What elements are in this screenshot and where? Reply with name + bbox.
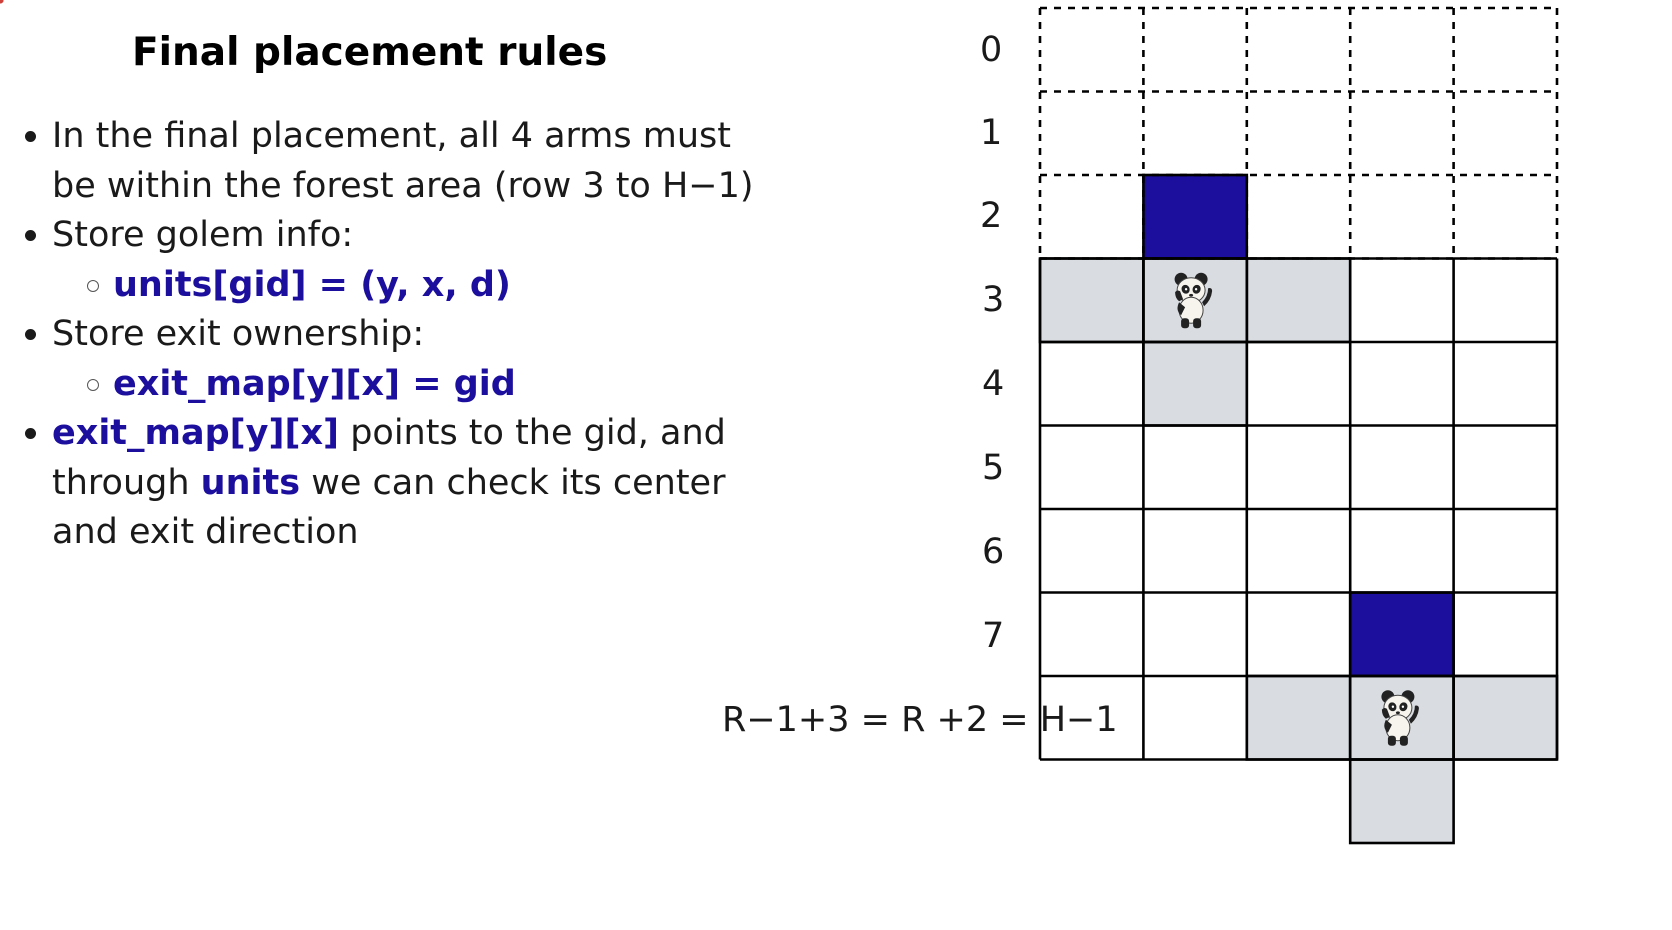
golem-arm-cell xyxy=(1246,676,1351,760)
golem-arm-cell xyxy=(1040,258,1144,342)
golem-exit-cell xyxy=(1143,175,1247,259)
golem-arm-cell xyxy=(1350,759,1454,843)
golem-arm-cell xyxy=(1453,676,1557,760)
forest-grid xyxy=(0,0,1559,845)
golem-exit-cell xyxy=(1350,592,1454,676)
golem-arm-cell xyxy=(1246,258,1351,342)
golem-arm-cell xyxy=(1143,342,1247,426)
